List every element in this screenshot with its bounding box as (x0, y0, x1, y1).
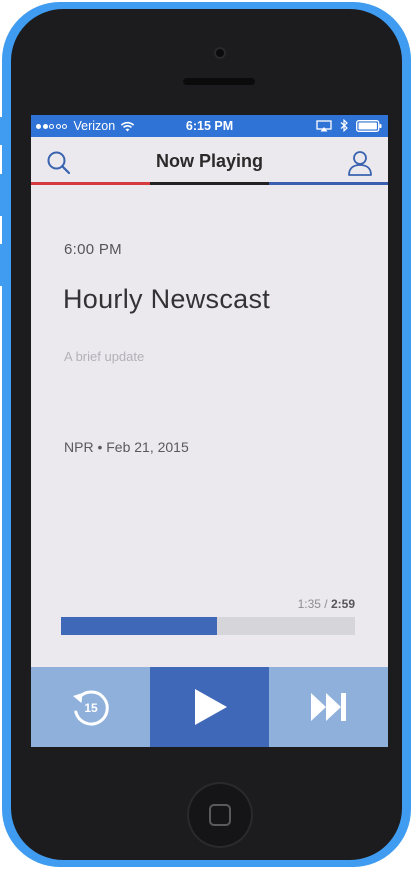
now-playing-content: 6:00 PM Hourly Newscast A brief update N… (31, 185, 388, 667)
playback-controls: 15 (31, 667, 388, 747)
home-square-icon (209, 804, 231, 826)
time-separator: / (320, 597, 331, 611)
nav-bar: Now Playing (31, 137, 388, 183)
progress-fill (61, 617, 217, 635)
play-icon (194, 689, 227, 725)
home-button[interactable] (187, 782, 253, 848)
status-bar: Verizon 6:15 PM (31, 115, 388, 137)
rewind-seconds-label: 15 (84, 701, 98, 715)
app-screen: Verizon 6:15 PM Now Playing 6:00 PM Hour… (31, 115, 388, 747)
battery-icon (356, 119, 382, 132)
total-duration: 2:59 (330, 597, 355, 611)
episode-meta: NPR • Feb 21, 2015 (64, 439, 189, 455)
airplay-icon (316, 119, 332, 131)
episode-description: A brief update (64, 349, 145, 364)
earpiece-speaker (183, 78, 255, 85)
volume-down-button (0, 244, 4, 286)
rewind-15-icon: 15 (72, 690, 109, 726)
account-icon[interactable] (345, 148, 375, 178)
side-button (0, 117, 4, 145)
page-title: Now Playing (155, 151, 263, 171)
fast-forward-button[interactable] (269, 667, 388, 747)
fast-forward-icon (310, 693, 346, 721)
status-right (316, 119, 382, 132)
episode-title: Hourly Newscast (63, 284, 271, 314)
air-time: 6:00 PM (64, 241, 122, 258)
rewind-15-button[interactable]: 15 (31, 667, 150, 747)
elapsed-time: 1:35 (297, 597, 321, 611)
time-readout: 1:35 / 2:59 (298, 597, 355, 611)
front-camera (214, 47, 226, 59)
bluetooth-icon (340, 119, 348, 132)
play-button[interactable] (150, 667, 269, 747)
volume-up-button (0, 174, 4, 216)
progress-bar[interactable] (61, 617, 355, 635)
